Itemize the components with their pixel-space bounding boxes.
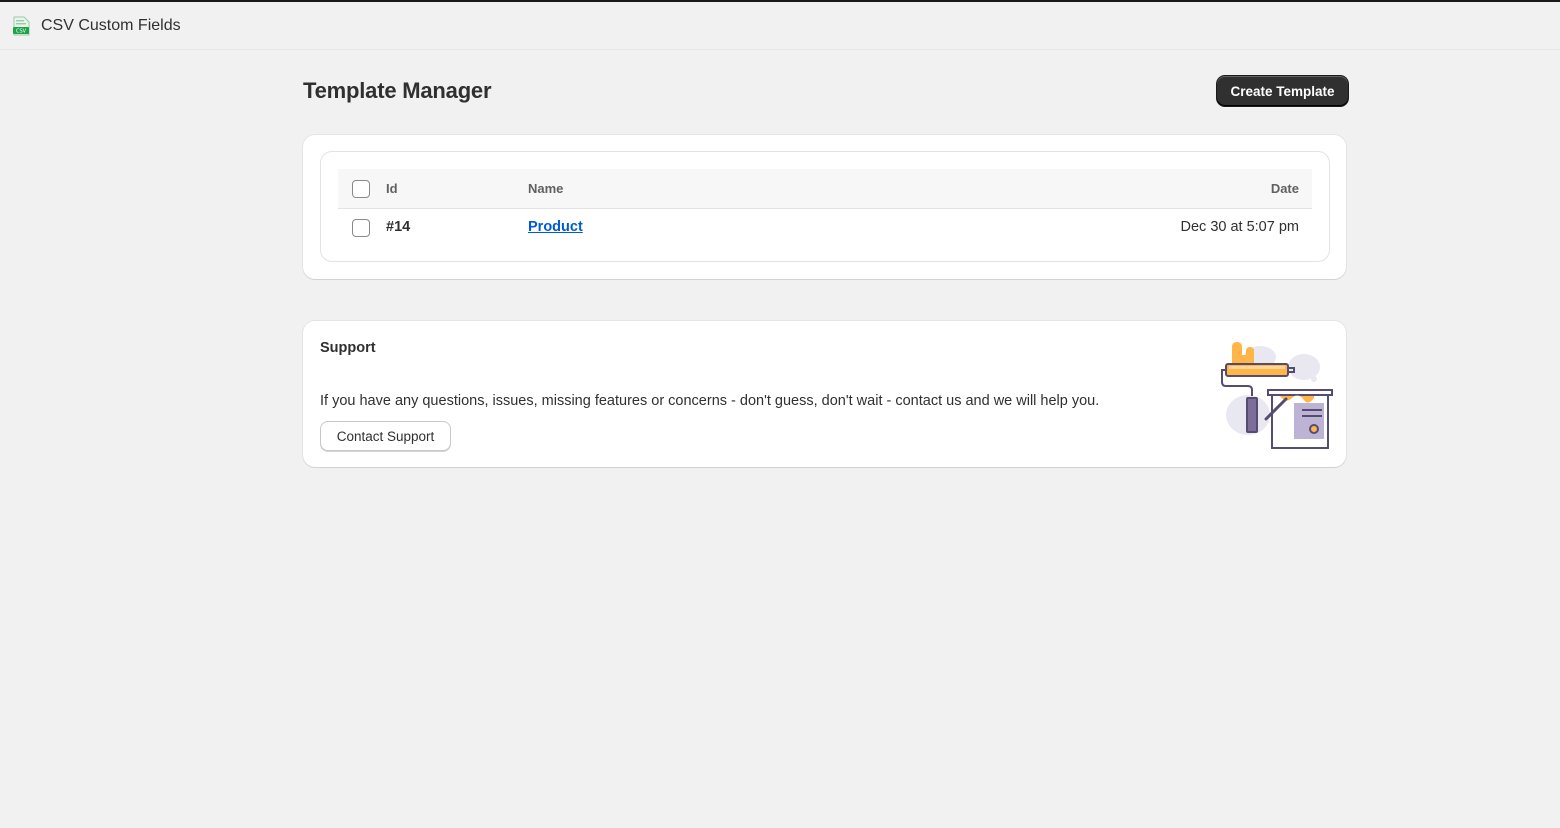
app-title: CSV Custom Fields: [41, 16, 181, 34]
svg-text:CSV: CSV: [16, 28, 27, 34]
column-header-date: Date: [1270, 181, 1299, 196]
support-card: Support If you have any questions, issue…: [303, 321, 1346, 467]
paint-roller-illustration: [1221, 342, 1333, 449]
templates-card: Id Name Date #14 Product Dec 30 at 5:07 …: [303, 135, 1346, 279]
template-date: Dec 30 at 5:07 pm: [1180, 219, 1300, 235]
template-id: #14: [386, 219, 411, 235]
row-select-checkbox[interactable]: [352, 219, 370, 237]
csv-file-icon: CSV: [11, 16, 31, 36]
app-header: CSV CSV Custom Fields: [0, 2, 1560, 50]
table-row: #14 Product Dec 30 at 5:07 pm: [338, 209, 1312, 247]
column-header-id: Id: [386, 181, 398, 196]
support-text: If you have any questions, issues, missi…: [320, 393, 1100, 409]
table-header-row: Id Name Date: [338, 169, 1312, 209]
page-title: Template Manager: [303, 78, 492, 103]
create-template-button[interactable]: Create Template: [1217, 76, 1348, 106]
contact-support-button[interactable]: Contact Support: [320, 421, 451, 451]
select-all-checkbox[interactable]: [352, 180, 370, 198]
template-name-link[interactable]: Product: [528, 219, 583, 235]
support-title: Support: [320, 340, 376, 356]
column-header-name: Name: [528, 181, 564, 196]
templates-table: Id Name Date #14 Product Dec 30 at 5:07 …: [320, 151, 1330, 262]
